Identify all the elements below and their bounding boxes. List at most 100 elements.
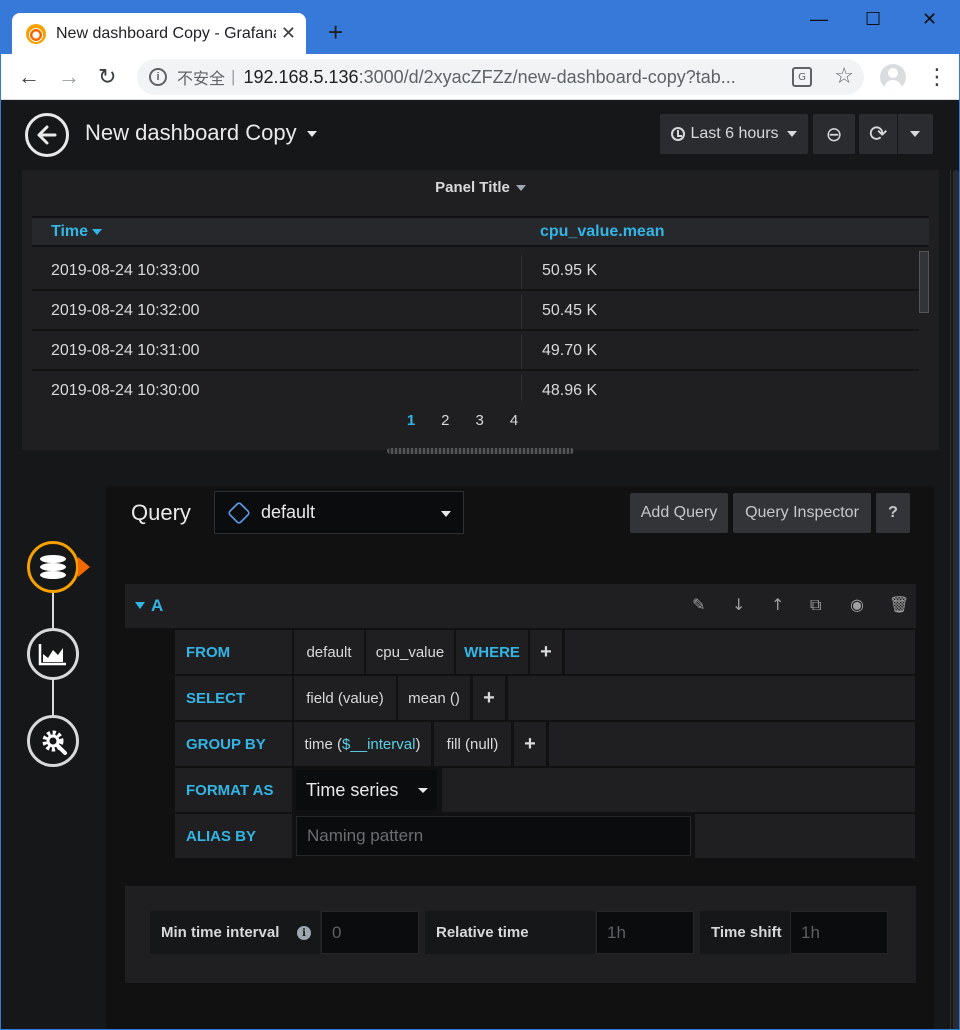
bookmark-star-icon[interactable]: ☆ — [834, 63, 854, 89]
refresh-divider — [897, 114, 899, 154]
address-toolbar: ← → ↻ i 不安全 | 192.168.5.136 :3000/d/2xya… — [0, 54, 960, 100]
window-maximize-button[interactable]: ☐ — [865, 8, 881, 30]
translate-icon[interactable]: G — [792, 67, 812, 87]
measurement-segment[interactable]: cpu_value — [366, 630, 454, 674]
collapse-caret-icon[interactable] — [135, 602, 145, 609]
select-field-segment[interactable]: field (value) — [294, 676, 396, 720]
retention-policy-segment[interactable]: default — [294, 630, 364, 674]
refresh-interval-chevron-icon[interactable] — [910, 131, 921, 137]
forward-arrow-icon[interactable]: → — [58, 64, 80, 90]
format-as-select[interactable]: Time series — [296, 770, 437, 810]
trash-icon[interactable]: 🗑 — [889, 594, 909, 616]
cell-time: 2019-08-24 10:33:00 — [51, 262, 200, 279]
edit-pencil-icon[interactable]: ✎ — [692, 594, 705, 616]
row-filler — [565, 630, 915, 674]
zoom-out-icon: ⊖ — [825, 123, 843, 146]
help-button[interactable]: ? — [876, 493, 910, 533]
cell-time: 2019-08-24 10:32:00 — [51, 302, 200, 319]
page-3-link[interactable]: 3 — [476, 412, 484, 429]
query-inspector-button[interactable]: Query Inspector — [733, 493, 871, 533]
datasource-picker[interactable]: default — [214, 491, 464, 534]
column-divider — [521, 375, 522, 401]
time-shift-label: Time shift — [700, 911, 790, 954]
dashboard-title-caret-icon[interactable] — [307, 131, 317, 137]
address-separator: | — [231, 67, 236, 86]
alias-by-label: ALIAS BY — [175, 814, 292, 858]
database-icon — [40, 555, 66, 579]
refresh-button[interactable]: ⟳ — [859, 114, 933, 154]
panel-title[interactable]: Panel Title — [22, 179, 939, 196]
page-2-link[interactable]: 2 — [441, 412, 449, 429]
table-row: 2019-08-24 10:31:00 49.70 K — [32, 331, 919, 371]
grafana-favicon-icon — [26, 23, 46, 44]
column-divider — [521, 295, 522, 329]
window-minimize-button[interactable]: — — [810, 8, 828, 30]
page-1-link[interactable]: 1 — [407, 412, 415, 429]
panel-resize-handle[interactable] — [387, 448, 574, 454]
relative-time-input[interactable]: 1h — [596, 911, 694, 954]
profile-avatar-icon[interactable] — [880, 64, 906, 90]
column-divider — [521, 255, 522, 289]
group-time-suffix: ) — [415, 735, 421, 753]
table-scrollbar[interactable] — [919, 251, 929, 313]
security-label: 不安全 — [177, 69, 226, 88]
address-bar[interactable]: i 不安全 | 192.168.5.136 :3000/d/2xyacZFZz/… — [137, 59, 864, 95]
queries-tab[interactable] — [27, 541, 90, 593]
time-shift-input[interactable]: 1h — [790, 911, 888, 954]
column-divider — [521, 335, 522, 369]
add-where-button[interactable]: + — [530, 630, 562, 674]
toggle-visibility-eye-icon[interactable]: ◉ — [850, 594, 864, 616]
table-pagination: 1 2 3 4 — [22, 412, 939, 429]
zoom-out-button[interactable]: ⊖ — [813, 114, 855, 154]
sort-desc-icon — [92, 228, 103, 235]
query-row-from: FROM default cpu_value WHERE + — [175, 630, 915, 674]
min-time-interval-input[interactable]: 0 — [321, 911, 419, 954]
group-by-time-segment[interactable]: time ($__interval) — [294, 722, 431, 766]
query-ref-id[interactable]: A — [151, 596, 163, 616]
select-aggregation-segment[interactable]: mean () — [398, 676, 470, 720]
url-host: 192.168.5.136 — [243, 66, 359, 87]
row-filler — [508, 676, 915, 720]
column-header-cpu-value[interactable]: cpu_value.mean — [540, 223, 665, 241]
add-group-by-button[interactable]: + — [514, 722, 546, 766]
browser-menu-icon[interactable]: ⋮ — [926, 64, 948, 90]
add-select-button[interactable]: + — [473, 676, 505, 720]
general-settings-tab[interactable] — [27, 715, 79, 767]
table-row: 2019-08-24 10:32:00 50.45 K — [32, 291, 919, 331]
cell-value: 49.70 K — [542, 342, 598, 359]
add-query-button[interactable]: Add Query — [630, 493, 728, 533]
time-range-picker[interactable]: Last 6 hours — [660, 114, 808, 154]
move-down-icon[interactable]: ↓ — [732, 594, 745, 616]
format-as-label: FORMAT AS — [175, 768, 292, 812]
group-by-label: GROUP BY — [175, 722, 292, 766]
column-header-time[interactable]: Time — [51, 223, 103, 241]
duplicate-icon[interactable]: ⧉ — [810, 594, 821, 616]
visualization-tab[interactable] — [27, 628, 79, 680]
browser-tab-strip: New dashboard Copy - Grafana ✕ + — ☐ ✕ — [0, 0, 960, 54]
page-scrollbar[interactable] — [950, 170, 960, 1030]
table-panel: Panel Title Time cpu_value.mean 2019-08-… — [22, 170, 939, 450]
info-circle-icon[interactable]: i — [297, 926, 311, 940]
back-to-dashboard-button[interactable] — [25, 113, 69, 157]
tab-close-icon[interactable]: ✕ — [281, 23, 296, 43]
query-row-format: FORMAT AS Time series — [175, 768, 915, 812]
format-as-value: Time series — [306, 779, 399, 800]
reload-icon[interactable]: ↻ — [98, 64, 116, 90]
browser-tab[interactable]: New dashboard Copy - Grafana ✕ — [12, 13, 306, 54]
site-info-icon[interactable]: i — [149, 68, 167, 86]
query-section-label: Query — [131, 500, 191, 525]
dashboard-title[interactable]: New dashboard Copy — [85, 120, 297, 146]
window-close-button[interactable]: ✕ — [922, 8, 937, 30]
chevron-down-icon — [441, 511, 451, 517]
panel-menu-chevron-icon — [515, 185, 526, 192]
back-arrow-icon[interactable]: ← — [18, 64, 40, 90]
group-by-fill-segment[interactable]: fill (null) — [434, 722, 511, 766]
relative-time-label: Relative time — [425, 911, 595, 954]
time-range-label: Last 6 hours — [690, 125, 779, 142]
min-time-interval-label: Min time interval — [150, 911, 320, 954]
new-tab-button[interactable]: + — [328, 18, 343, 46]
url-path: :3000/d/2xyacZFZz/new-dashboard-copy?tab… — [358, 66, 736, 87]
alias-input[interactable]: Naming pattern — [296, 816, 691, 856]
move-up-icon[interactable]: ↑ — [771, 594, 784, 616]
page-4-link[interactable]: 4 — [510, 412, 518, 429]
